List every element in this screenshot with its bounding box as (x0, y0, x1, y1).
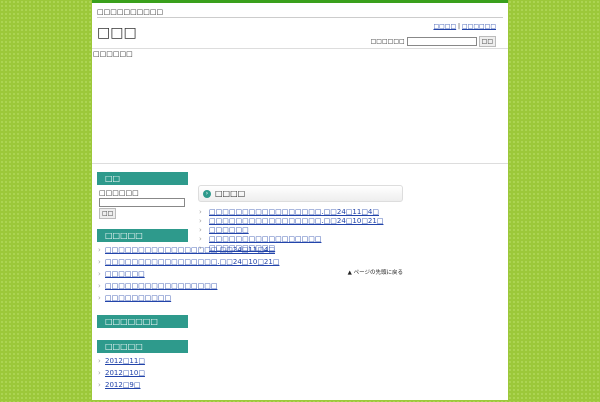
list-item: □□□□□□□□□□□□□□□□□ (198, 235, 403, 243)
divider (92, 163, 508, 164)
list-item: □□□□□□□□□□□□□□□□□ (97, 282, 217, 291)
widget-title: □□ (97, 172, 188, 185)
sidebar-search-button[interactable]: □□ (99, 208, 117, 219)
archive-link[interactable]: 2012□11□ (105, 357, 145, 365)
search-label: □□□□□□ (370, 38, 405, 45)
list-item: 2012□10□ (97, 369, 188, 378)
sidebar: □□□□□□□□□□ □□□□□ □□□□□□□□□□□□□□□□□.□□24□… (97, 172, 279, 402)
search-button[interactable]: □□ (478, 36, 496, 47)
sidebar-search-input[interactable] (99, 198, 185, 207)
list-item: 2012□9□ (97, 381, 188, 390)
site-title[interactable]: □□□ (97, 25, 137, 41)
main-content: › □□□□ □□□□□□□□□□□□□□□□□.□□24□11□4□ □□□□□… (198, 185, 403, 276)
post-link[interactable]: □□□□□□□□□□□□□□□□□ (209, 235, 321, 243)
header-nav: □□□□ | □□□□□□ (433, 23, 496, 30)
header-search: □□□□□□ □□ (371, 36, 496, 47)
post-link[interactable]: □□□□□□□□□□□□□□□□□ (105, 282, 217, 290)
post-link[interactable]: □□□□□□ (105, 270, 145, 278)
comments-widget: □□□□□□□ (97, 315, 188, 328)
post-link[interactable]: □□□□□□□□□□ (209, 244, 275, 252)
page: □□□□□□□□□□ □□□ □□□□ | □□□□□□ □□□□□□ □□ □□… (92, 0, 508, 400)
nav-link[interactable]: □□□□ (433, 23, 456, 30)
list-item: □□□□□□ (198, 226, 403, 234)
section-title: □□□□ (215, 189, 246, 198)
list-item: □□□□□□□□□□ (198, 244, 403, 252)
list-item: □□□□□□□□□□ (97, 294, 188, 303)
chevron-right-icon: › (203, 189, 211, 198)
post-link[interactable]: □□□□□□□□□□ (105, 294, 171, 302)
back-to-top-link[interactable]: ▲ ページの先頭に戻る (198, 268, 403, 276)
search-label: □□□□□□ (99, 189, 139, 197)
site-description: □□□□□□ (93, 50, 133, 58)
archives-widget: □□□□□ 2012□11□ 2012□10□ 2012□9□ (97, 340, 188, 390)
widget-title: □□□□□□□ (97, 315, 188, 328)
search-input[interactable] (406, 37, 477, 46)
post-link[interactable]: □□□□□□ (209, 226, 249, 234)
list-item: □□□□□□□□□□□□□□□□□.□□24□10□21□ (198, 217, 403, 225)
search-widget: □□ □□□□□□ □□ (97, 172, 188, 219)
archive-link[interactable]: 2012□9□ (105, 381, 141, 389)
section-heading: › □□□□ (198, 185, 403, 202)
list-item: □□□□□□□□□□□□□□□□□.□□24□11□4□ (198, 208, 403, 216)
post-link[interactable]: □□□□□□□□□□□□□□□□□.□□24□10□21□ (209, 217, 383, 225)
post-link[interactable]: □□□□□□□□□□□□□□□□□.□□24□11□4□ (209, 208, 379, 216)
divider (92, 48, 508, 49)
list-item: 2012□11□ (97, 357, 188, 366)
site-tagline: □□□□□□□□□□ (97, 8, 164, 16)
widget-title: □□□□□ (97, 229, 188, 242)
list-item: □□□□□□□□□□□□□□□□□.□□24□10□21□ (97, 258, 279, 267)
widget-title: □□□□□ (97, 340, 188, 353)
recent-posts-widget: □□□□□ □□□□□□□□□□□□□□□□□.□□24□11□4□ □□□□□… (97, 229, 279, 303)
list-item: □□□□□□□□□□□□□□□□□.□□24□11□4□ (97, 246, 275, 255)
list-item: □□□□□□ (97, 270, 188, 279)
nav-link[interactable]: □□□□□□ (462, 23, 496, 30)
archive-link[interactable]: 2012□10□ (105, 369, 145, 377)
divider (97, 17, 503, 18)
